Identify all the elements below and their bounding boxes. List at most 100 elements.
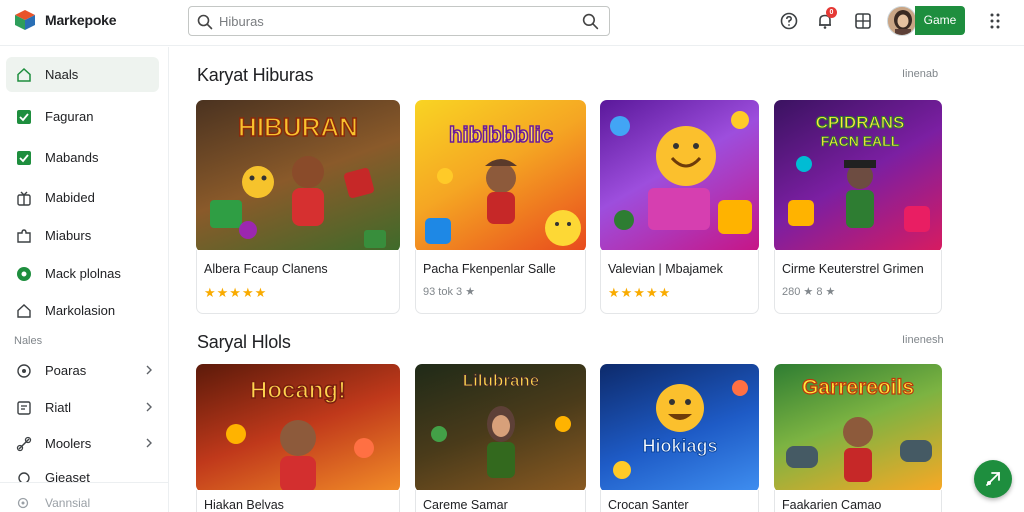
svg-text:CPIDRANS: CPIDRANS [816, 113, 905, 132]
game-art-image: Hocang! [226, 376, 374, 492]
game-card-title: Hiakan Belvas [204, 498, 284, 512]
settings-icon [18, 472, 30, 482]
game-card-image[interactable]: Garrereoils [774, 364, 942, 492]
svg-text:FACN EALL: FACN EALL [821, 133, 900, 149]
game-card-body: Faakarien Camao [774, 490, 942, 512]
app-logo-icon[interactable] [14, 9, 36, 31]
game-art-image: HIBURAN [210, 111, 386, 248]
checkbox-icon [17, 151, 31, 165]
game-card-body: Cirme Keuterstrel Grimen 280 ★ 8 ★ [774, 250, 942, 314]
help-icon[interactable] [779, 11, 799, 31]
circle-icon [17, 267, 31, 281]
section-title: Saryal Hlols [197, 332, 291, 352]
sidebar-section-label: Nales [14, 335, 43, 347]
search-input[interactable] [219, 12, 559, 30]
notification-badge: 0 [826, 7, 837, 18]
link-icon [16, 436, 32, 452]
game-art-image [610, 111, 752, 234]
location-icon [17, 364, 31, 378]
game-card-body: Crocan Santer [600, 490, 759, 512]
game-art-image: Garrereoils [786, 375, 932, 482]
flag-icon [17, 401, 31, 415]
game-card-body: Careme Samar [415, 490, 586, 512]
sidebar-item-miaburs[interactable]: Miaburs [6, 218, 159, 253]
game-card-image[interactable]: hibibbblic [415, 100, 586, 252]
sidebar-item-label: Mabided [45, 190, 95, 205]
chevron-right-icon [146, 402, 152, 412]
avatar-image [888, 7, 916, 35]
svg-text:Garrereoils: Garrereoils [802, 376, 914, 399]
share-fab-button[interactable] [974, 460, 1012, 498]
chevron-right-icon [146, 365, 152, 375]
app-brand[interactable]: Markepoke [45, 12, 117, 28]
sidebar-item-label: Mabands [45, 150, 99, 165]
game-card-title: Crocan Santer [608, 498, 689, 512]
rating-meta: 93 tok 3 ★ [423, 286, 476, 298]
svg-text:Lilubrane: Lilubrane [463, 371, 540, 390]
sidebar-item-gieaset[interactable]: Gieaset [6, 460, 159, 482]
game-card-body: Valevian | Mbajamek ★★★★★ [600, 250, 759, 314]
sidebar-item-label: Moolers [45, 436, 92, 451]
search-submit-icon[interactable] [582, 13, 599, 30]
sidebar-footer[interactable]: Vannsial [0, 482, 169, 512]
game-card-title: Valevian | Mbajamek [608, 262, 723, 276]
sidebar-item-home[interactable]: Naals [6, 57, 159, 92]
game-card-image[interactable]: HIBURAN [196, 100, 400, 252]
game-card-title: Pacha Fkenpenlar Salle [423, 262, 556, 276]
sidebar-item-mabided[interactable]: Mabided [6, 180, 159, 215]
share-icon [986, 472, 1000, 486]
sidebar: Naals Faguran Mabands Mabided Miaburs Ma… [0, 47, 169, 512]
sidebar-item-label: Markolasion [45, 303, 116, 318]
rating-stars: ★★★★★ [204, 285, 268, 300]
rating-stars: ★★★★★ [608, 285, 672, 300]
sidebar-item-markolasion[interactable]: Markolasion [6, 293, 159, 328]
section-more-link[interactable]: Iinenab [902, 68, 938, 80]
game-card-body: Pacha Fkenpenlar Salle 93 tok 3 ★ [415, 250, 586, 314]
gift-icon [17, 191, 31, 206]
sidebar-item-label: Poaras [45, 363, 87, 378]
user-avatar[interactable] [887, 6, 917, 36]
section-more-link[interactable]: Iinenesh [902, 334, 944, 346]
rating-meta: 280 ★ 8 ★ [782, 286, 836, 298]
top-app-bar: Markepoke 0 Game [0, 0, 1024, 46]
sidebar-item-label: Miaburs [45, 228, 92, 243]
sidebar-item-poaras[interactable]: Poaras [6, 353, 159, 388]
game-art-image: hibibbblic [425, 121, 581, 246]
sidebar-item-mabands[interactable]: Mabands [6, 140, 159, 175]
sidebar-item-moolers[interactable]: Moolers [6, 426, 159, 461]
sidebar-item-label: Faguran [45, 109, 94, 124]
svg-text:HIBURAN: HIBURAN [238, 112, 358, 142]
game-card-image[interactable] [600, 100, 759, 252]
sidebar-item-riatl[interactable]: Riatl [6, 390, 159, 425]
sidebar-footer-label: Vannsial [45, 496, 91, 510]
game-card-title: Careme Samar [423, 498, 508, 512]
game-card-title: Albera Fcaup Clanens [204, 262, 328, 276]
game-card-image[interactable]: Hiokiags [600, 364, 759, 492]
chevron-right-icon [146, 438, 152, 448]
game-card-title: Faakarien Camao [782, 498, 882, 512]
sidebar-item-faguran[interactable]: Faguran [6, 99, 159, 134]
puzzle-icon [17, 229, 31, 243]
svg-text:hibibbblic: hibibbblic [449, 122, 553, 147]
game-button[interactable]: Game [915, 6, 965, 35]
game-card-image[interactable]: Hocang! [196, 364, 400, 492]
apps-grid-icon[interactable] [853, 11, 873, 31]
sidebar-item-label: Gieaset [45, 470, 90, 482]
svg-text:Hocang!: Hocang! [250, 377, 346, 404]
game-card-image[interactable]: Lilubrane [415, 364, 586, 492]
sidebar-item-mack-plolnas[interactable]: Mack plolnas [6, 256, 159, 291]
checkbox-icon [17, 110, 31, 124]
settings-gear-icon [17, 497, 29, 509]
sidebar-item-label: Riatl [45, 400, 72, 415]
home-icon [17, 67, 31, 82]
svg-text:Hiokiags: Hiokiags [642, 436, 717, 456]
search-bar[interactable] [188, 6, 610, 36]
section-title: Karyat Hiburas [197, 65, 314, 85]
game-card-image[interactable]: CPIDRANS FACN EALL [774, 100, 942, 252]
game-art-image: Hiokiags [613, 380, 748, 479]
home-outline-icon [17, 304, 31, 318]
game-art-image: Lilubrane [431, 371, 571, 478]
more-vert-icon[interactable] [989, 12, 1001, 30]
game-card-body: Albera Fcaup Clanens ★★★★★ [196, 250, 400, 314]
sidebar-item-label: Mack plolnas [45, 266, 121, 281]
